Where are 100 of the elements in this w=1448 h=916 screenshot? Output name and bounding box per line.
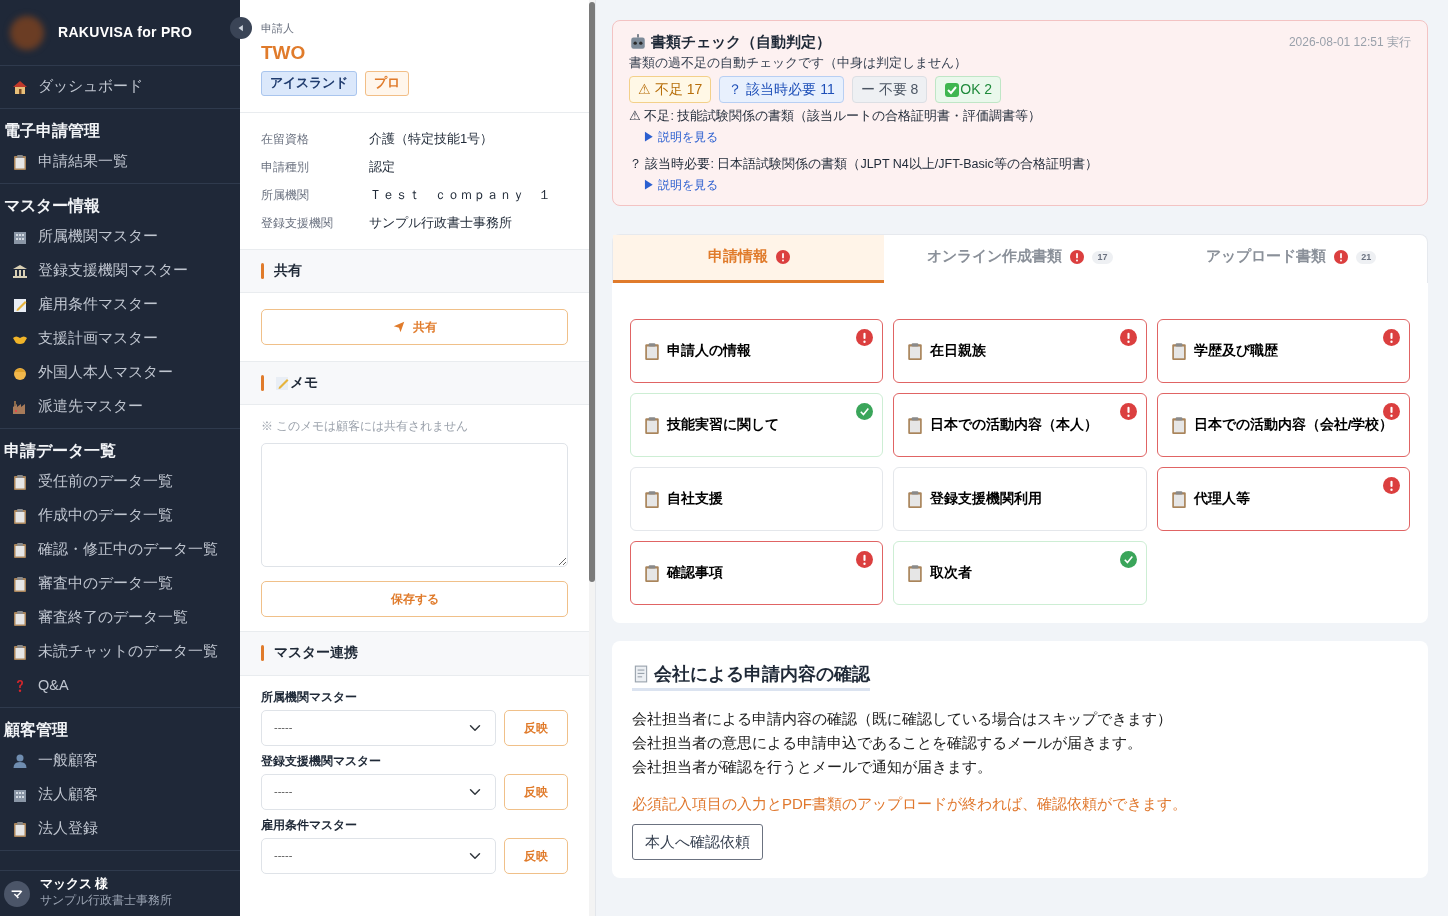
section-card[interactable]: 確認事項 [630, 540, 884, 605]
collapse-button[interactable] [230, 17, 252, 39]
clipboard-icon [1169, 415, 1188, 434]
scrollbar[interactable] [589, 0, 595, 916]
clipboard-icon [906, 489, 925, 508]
confirm-text: 会社担当者による申請内容の確認（既に確認している場合はスキップできます） [632, 709, 1173, 729]
check-title: 書類チェック（自動判定） [651, 32, 831, 52]
run-timestamp: 2026-08-01 12:51 実行 [1288, 34, 1411, 52]
sidebar-item[interactable]: 未読チャットのデータ一覧 [0, 635, 240, 669]
user-silhouette-icon [12, 753, 28, 769]
clipboard-icon [12, 542, 28, 558]
field-value: 認定 [369, 158, 395, 176]
user-avatar: マ [4, 880, 30, 907]
section-card[interactable]: 申請人の情報 [630, 318, 884, 383]
master-select[interactable]: ----- [261, 837, 496, 874]
clipboard-icon [12, 154, 28, 170]
section-heading: 顧客管理 [2, 720, 69, 740]
section-card[interactable]: 技能実習に関して [630, 392, 884, 457]
brand-name: RAKUVISA for PRO [58, 23, 193, 42]
confirm-text: 会社担当者の意思による申請申込であることを確認するメールが届きます。 [632, 733, 1143, 753]
building-icon [12, 229, 28, 245]
section-card[interactable]: 学歴及び職歴 [1156, 318, 1410, 383]
check-icon [856, 402, 874, 420]
sidebar-item[interactable]: 法人登録 [0, 812, 240, 846]
applicant-name: TWO [261, 40, 307, 65]
status-chip: ？ 該当時必要 11 [719, 76, 844, 104]
section-heading: 電子申請管理 [3, 121, 101, 141]
send-icon [392, 321, 405, 333]
clipboard-icon [906, 563, 925, 582]
explanation-link[interactable]: ▶ 説明を見る [629, 178, 719, 191]
section-card[interactable]: 登録支援機関利用 [893, 466, 1147, 531]
sidebar-item[interactable]: 雇用条件マスター [0, 288, 240, 322]
confirm-warning: 必須記入項目の入力とPDF書類のアップロードが終われば、確認依頼ができます。 [632, 794, 1188, 814]
sidebar-item[interactable]: 審査終了のデータ一覧 [0, 601, 240, 635]
clipboard-icon [906, 415, 925, 434]
memo-icon [274, 375, 290, 392]
field-value: 介護（特定技能1号） [369, 130, 494, 148]
clipboard-icon [643, 415, 661, 434]
explanation-link[interactable]: ▶ 説明を見る [629, 131, 719, 143]
status-chip: ⚠ 不足 17 [629, 76, 712, 104]
sidebar-item[interactable]: 支援計画マスター [0, 322, 240, 356]
sidebar-item[interactable]: 確認・修正中のデータ一覧 [0, 533, 240, 567]
section-card[interactable]: 自社支援 [630, 466, 884, 531]
sidebar-item[interactable]: 所属機関マスター [0, 220, 240, 254]
clipboard-icon [1169, 489, 1188, 508]
clipboard-icon [643, 341, 661, 360]
sidebar-item[interactable]: 一般顧客 [0, 744, 240, 778]
status-chip: OK 2 [935, 76, 1002, 104]
applicant-label: 申請人 [261, 21, 295, 36]
sidebar-item[interactable]: 受任前のデータ一覧 [0, 465, 240, 499]
sidebar-item[interactable]: 外国人本人マスター [0, 356, 240, 390]
house-icon [12, 79, 28, 95]
field-label: 在留資格 [261, 130, 310, 148]
alert-icon [1119, 328, 1137, 346]
master-select[interactable]: ----- [261, 709, 496, 746]
field-label: 申請種別 [261, 158, 310, 176]
alert-icon [1119, 402, 1137, 420]
country-tag: アイスランド [261, 71, 357, 96]
clipboard-icon [12, 576, 28, 592]
sidebar-item[interactable]: 登録支援機関マスター [0, 254, 240, 288]
sidebar-item[interactable]: 派遣先マスター [0, 390, 240, 424]
check-note: ？ 該当時必要: 日本語試験関係の書類（JLPT N4以上/JFT-Basic等の合格証明書） [629, 156, 1099, 173]
alert-icon [856, 328, 874, 346]
sidebar-item[interactable]: 審査中のデータ一覧 [0, 567, 240, 601]
group-heading: 共有 [274, 261, 302, 280]
check-note: ⚠ 不足: 技能試験関係の書類（該当ルートの合格証明書・評価調書等） [629, 108, 1043, 126]
section-card[interactable]: 代理人等 [1156, 466, 1410, 531]
clipboard-icon [12, 610, 28, 626]
clipboard-icon [643, 489, 661, 508]
user-organization: サンプル行政書士事務所 [40, 893, 172, 909]
section-card[interactable]: 取次者 [893, 540, 1147, 605]
clipboard-icon [12, 508, 28, 524]
sidebar-item[interactable]: 法人顧客 [0, 778, 240, 812]
section-card[interactable]: 日本での活動内容（会社/学校） [1156, 392, 1410, 457]
robot-icon [629, 33, 647, 52]
request-button[interactable]: 本人へ確認依頼 [632, 823, 763, 860]
receipt-icon [632, 664, 650, 683]
clipboard-icon [12, 644, 28, 660]
section-card[interactable]: 日本での活動内容（本人） [893, 392, 1147, 457]
status-chip: ー 不要 8 [851, 76, 928, 104]
section-heading: マスター情報 [3, 196, 101, 216]
field-value: サンプル行政書士事務所 [369, 214, 512, 232]
alert-icon [1383, 402, 1400, 420]
select-label: 所属機関マスター [261, 688, 358, 706]
memo-field[interactable] [261, 443, 568, 568]
sidebar-item[interactable]: ダッシュボード [0, 70, 240, 104]
master-select[interactable]: ----- [261, 773, 496, 810]
tab[interactable]: アップロード書類 21 [1155, 234, 1427, 283]
bank-icon [12, 263, 28, 279]
tab[interactable]: オンライン作成書類 17 [884, 234, 1156, 283]
section-card[interactable]: 在日親族 [893, 318, 1147, 383]
sidebar-item[interactable]: Q&A [0, 669, 240, 703]
sidebar-item[interactable]: 作成中のデータ一覧 [0, 499, 240, 533]
plan-tag: プロ [365, 71, 409, 96]
clipboard-icon [1169, 341, 1188, 360]
clipboard-icon [12, 474, 28, 490]
alert-icon [1383, 328, 1400, 346]
sidebar-item[interactable]: 申請結果一覧 [0, 145, 240, 179]
count-badge: 17 [1092, 250, 1113, 264]
check-box-icon [944, 81, 961, 98]
